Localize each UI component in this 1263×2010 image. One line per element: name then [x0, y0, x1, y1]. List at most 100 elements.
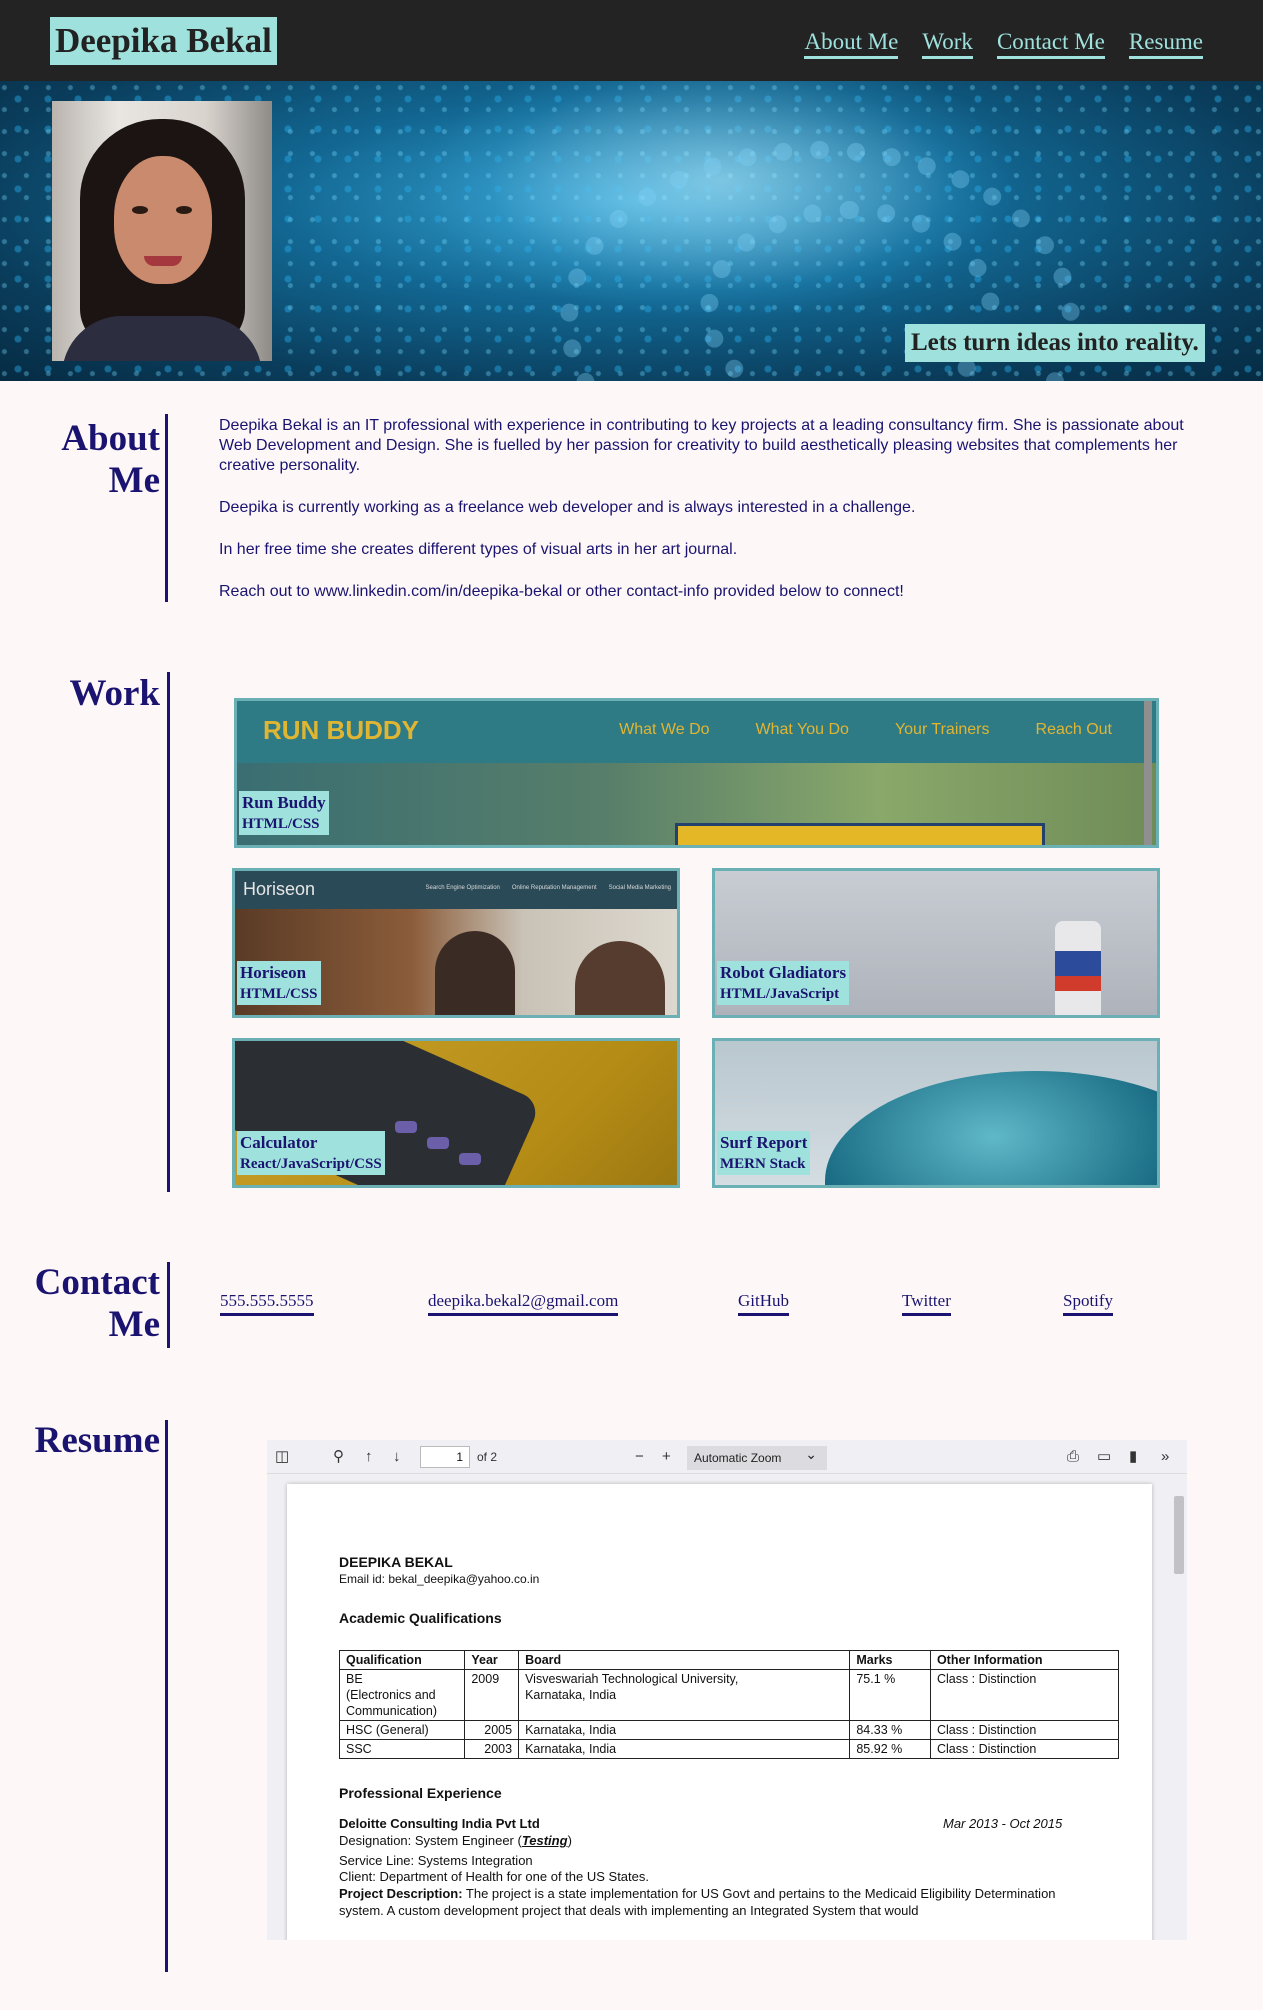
experience-heading: Professional Experience	[339, 1785, 502, 1801]
preview-nav-item: Reach Out	[1035, 721, 1112, 738]
project-label: Surf Report MERN Stack	[717, 1131, 811, 1175]
project-name: Robot Gladiators	[720, 963, 847, 982]
preview-nav-item: Online Reputation Management	[511, 885, 597, 891]
preview-nav-item: What We Do	[619, 721, 710, 738]
site-header: Deepika Bekal About Me Work Contact Me R…	[0, 0, 1263, 81]
table-row: BE (Electronics and Communication) 2009 …	[338, 1669, 1120, 1721]
contact-heading: Contact Me	[34, 1262, 160, 1345]
project-label: Run Buddy HTML/CSS	[239, 791, 329, 835]
table-cell: Visveswariah Technological University, K…	[518, 1669, 851, 1721]
table-row: SSC 2003 Karnataka, India 85.92 % Class …	[338, 1739, 1120, 1759]
zoom-out-icon[interactable]: −	[635, 1448, 644, 1466]
academic-heading: Academic Qualifications	[339, 1610, 502, 1626]
table-cell: 85.92 %	[849, 1739, 931, 1759]
nav-work[interactable]: Work	[922, 28, 973, 59]
project-label: Robot Gladiators HTML/JavaScript	[717, 961, 850, 1005]
profile-photo	[52, 101, 272, 361]
about-paragraph: Deepika Bekal is an IT professional with…	[219, 417, 1184, 474]
designation: Designation: System Engineer (Testing)	[339, 1832, 1099, 1849]
scrollbar-thumb[interactable]	[1174, 1496, 1184, 1574]
save-icon[interactable]: ▭	[1097, 1448, 1111, 1466]
tools-menu-icon[interactable]: »	[1161, 1448, 1169, 1466]
table-cell: 2003	[464, 1739, 520, 1759]
robot-figure	[1055, 921, 1101, 1015]
about-text: Deepika Bekal is an IT professional with…	[219, 416, 1194, 624]
project-card-robot-gladiators[interactable]: Robot Gladiators HTML/JavaScript	[712, 868, 1160, 1018]
table-header-row: Qualification Year Board Marks Other Inf…	[338, 1650, 1120, 1670]
page-number-input[interactable]: 1	[420, 1446, 470, 1468]
column-header: Other Information	[929, 1650, 1120, 1670]
table-cell: HSC (General)	[338, 1720, 466, 1740]
nav-contact-me[interactable]: Contact Me	[996, 28, 1105, 59]
hero-tagline: Lets turn ideas into reality.	[905, 324, 1205, 362]
work-heading: Work	[69, 673, 160, 714]
next-page-icon[interactable]: ↓	[393, 1448, 401, 1466]
project-label: Calculator React/JavaScript/CSS	[237, 1131, 385, 1175]
contact-twitter-link[interactable]: Twitter	[902, 1291, 951, 1316]
sidebar-toggle-icon[interactable]: ◫	[275, 1448, 289, 1466]
nav-about-me[interactable]: About Me	[804, 28, 899, 59]
project-card-run-buddy[interactable]: RUN BUDDY What We Do What You Do Your Tr…	[234, 698, 1159, 848]
contact-spotify-link[interactable]: Spotify	[1063, 1291, 1114, 1316]
resume-name: DEEPIKA BEKAL	[339, 1554, 453, 1570]
table-cell: 2005	[464, 1720, 520, 1740]
main-nav: About Me Work Contact Me Resume	[804, 28, 1203, 59]
table-cell: Karnataka, India	[518, 1720, 851, 1740]
zoom-in-icon[interactable]: +	[662, 1448, 671, 1466]
preview-nav-item: Social Media Marketing	[608, 885, 671, 891]
preview-logo: RUN BUDDY	[263, 715, 419, 745]
preview-nav-item: Search Engine Optimization	[425, 885, 500, 891]
column-header: Marks	[849, 1650, 931, 1670]
designation-suffix: )	[567, 1833, 572, 1848]
about-paragraph: Reach out to www.linkedin.com/in/deepika…	[219, 583, 904, 600]
project-description: Project Description: The project is a st…	[339, 1885, 1099, 1919]
wave-image	[825, 1071, 1157, 1185]
about-paragraph: In her free time she creates different t…	[219, 541, 738, 558]
table-cell: Class : Distinction	[929, 1739, 1120, 1759]
viewer-scrollbar[interactable]	[1171, 1474, 1187, 1940]
preview-nav-item: What You Do	[755, 721, 849, 738]
project-card-surf-report[interactable]: Surf Report MERN Stack	[712, 1038, 1160, 1188]
contact-github-link[interactable]: GitHub	[738, 1291, 789, 1316]
table-cell: Karnataka, India	[518, 1739, 851, 1759]
table-cell: Class : Distinction	[929, 1669, 1120, 1721]
preview-nav: What We Do What You Do Your Trainers Rea…	[619, 721, 1112, 739]
project-label: Horiseon HTML/CSS	[237, 961, 321, 1005]
table-cell: SSC	[338, 1739, 466, 1759]
project-tech: React/JavaScript/CSS	[240, 1156, 382, 1172]
column-header: Qualification	[338, 1650, 466, 1670]
page-count: of 2	[477, 1450, 498, 1464]
employment-dates: Mar 2013 - Oct 2015	[943, 1816, 1063, 1831]
table-cell: Class : Distinction	[929, 1720, 1120, 1740]
project-tech: HTML/JavaScript	[720, 986, 840, 1002]
project-card-calculator[interactable]: Calculator React/JavaScript/CSS	[232, 1038, 680, 1188]
table-row: HSC (General) 2005 Karnataka, India 84.3…	[338, 1720, 1120, 1740]
contact-email-link[interactable]: deepika.bekal2@gmail.com	[428, 1291, 619, 1316]
contact-phone-link[interactable]: 555.555.5555	[220, 1291, 314, 1316]
table-cell: 84.33 %	[849, 1720, 931, 1740]
work-divider	[167, 672, 170, 1192]
resume-divider	[165, 1420, 168, 1972]
preview-logo: Horiseon	[243, 879, 316, 899]
column-header: Board	[518, 1650, 851, 1670]
previous-page-icon[interactable]: ↑	[365, 1448, 373, 1466]
about-divider	[165, 414, 168, 602]
table-cell: 2009	[464, 1669, 520, 1721]
project-tech: HTML/CSS	[240, 986, 318, 1002]
print-icon[interactable]: ⎙	[1067, 1448, 1079, 1466]
project-description-label: Project Description:	[339, 1886, 463, 1901]
project-tech: HTML/CSS	[242, 816, 320, 832]
project-card-horiseon[interactable]: Horiseon Search Engine Optimization Onli…	[232, 868, 680, 1018]
project-name: Surf Report	[720, 1133, 808, 1152]
resume-heading: Resume	[34, 1420, 160, 1461]
bookmark-icon[interactable]: ▮	[1129, 1448, 1137, 1466]
search-icon[interactable]: ⚲	[333, 1448, 344, 1466]
brand-title[interactable]: Deepika Bekal	[50, 17, 277, 65]
nav-resume[interactable]: Resume	[1128, 28, 1203, 59]
about-heading: About Me	[61, 418, 160, 501]
service-line: Service Line: Systems Integration	[339, 1853, 533, 1868]
pdf-page: DEEPIKA BEKAL Email id: bekal_deepika@ya…	[287, 1484, 1152, 1940]
client: Client: Department of Health for one of …	[339, 1869, 649, 1884]
pdf-viewer: ◫ ⚲ ↑ ↓ 1 of 2 − + Automatic Zoom ⎙ ▭ ▮ …	[267, 1440, 1187, 1940]
zoom-select[interactable]: Automatic Zoom	[687, 1446, 827, 1470]
